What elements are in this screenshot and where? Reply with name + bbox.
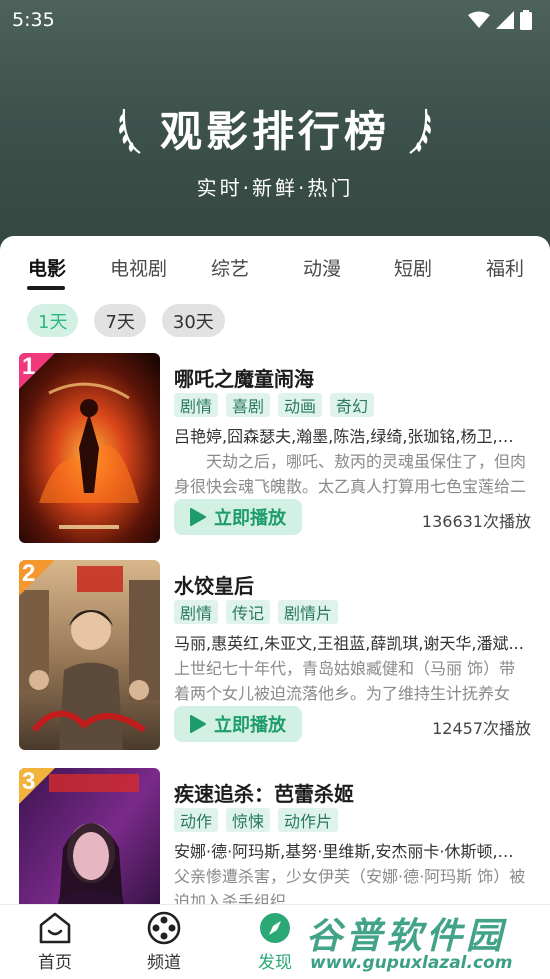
laurel-right-icon xyxy=(409,108,431,154)
cast-list: 安娜·德·阿玛斯,基努·里维斯,安杰丽卡·休斯顿,加... xyxy=(174,842,528,861)
battery-icon xyxy=(520,10,532,30)
category-tabs: 电影 电视剧 综艺 动漫 短剧 福利 xyxy=(0,254,550,294)
laurel-left-icon xyxy=(119,108,141,154)
ranking-item[interactable]: 3 疾速追杀：芭蕾杀姬 动作 惊悚 动作片 安娜·德·阿玛斯,基努·里维斯,安杰… xyxy=(0,768,550,904)
nav-home[interactable]: 首页 xyxy=(15,911,95,973)
hero-title-row: 观影排行榜 xyxy=(0,98,550,159)
genre-tag: 奇幻 xyxy=(330,393,375,417)
tab-variety[interactable]: 综艺 xyxy=(211,254,249,281)
genre-tag: 喜剧 xyxy=(226,393,271,417)
tab-short-drama[interactable]: 短剧 xyxy=(394,254,432,281)
movie-description: 天劫之后，哪吒、敖丙的灵魂虽保住了，但肉身很快会魂飞魄散。太乙真人打算用七色宝莲… xyxy=(174,452,527,496)
ranking-sheet: 电影 电视剧 综艺 动漫 短剧 福利 1天 7天 30天 1 哪吒之魔童闹海 剧… xyxy=(0,236,550,904)
genre-tag: 剧情 xyxy=(174,393,219,417)
ranking-item[interactable]: 1 哪吒之魔童闹海 剧情 喜剧 动画 奇幻 吕艳婷,囧森瑟夫,瀚墨,陈浩,绿绮,… xyxy=(0,353,550,545)
nav-channel[interactable]: 频道 xyxy=(124,911,204,973)
tab-tv-series[interactable]: 电视剧 xyxy=(110,254,167,281)
movie-title[interactable]: 水饺皇后 xyxy=(174,570,254,599)
tab-active-indicator xyxy=(27,286,65,290)
play-button-label: 立即播放 xyxy=(214,715,286,736)
wifi-icon xyxy=(468,11,490,28)
movie-poster[interactable]: 1 xyxy=(19,353,160,543)
play-button[interactable]: 立即播放 xyxy=(174,499,302,535)
nav-discover-label: 发现 xyxy=(258,953,292,973)
hero-subtitle: 实时·新鲜·热门 xyxy=(196,176,354,200)
film-reel-icon xyxy=(147,911,181,945)
bottom-nav: 首页 频道 发现 xyxy=(0,904,550,979)
ranking-item[interactable]: 2 水饺皇后 剧情 传记 剧情片 马丽,惠英红,朱亚文,王祖蓝,薛凯琪,谢天华,… xyxy=(0,560,550,752)
genre-tag: 剧情 xyxy=(174,600,219,624)
chip-1-day[interactable]: 1天 xyxy=(27,304,79,337)
genre-tag: 动作 xyxy=(174,808,219,832)
chip-7-days[interactable]: 7天 xyxy=(94,304,146,337)
play-button-label: 立即播放 xyxy=(214,508,286,529)
nav-home-label: 首页 xyxy=(38,953,72,973)
movie-title[interactable]: 疾速追杀：芭蕾杀姬 xyxy=(174,778,354,807)
cast-list: 吕艳婷,囧森瑟夫,瀚墨,陈浩,绿绮,张珈铭,杨卫,王... xyxy=(174,427,528,446)
movie-description: 上世纪七十年代，青岛姑娘臧健和（马丽 饰）带着两个女儿被迫流落他乡。为了维持生计… xyxy=(174,659,516,703)
genre-tag: 动画 xyxy=(278,393,323,417)
status-time: 5:35 xyxy=(12,9,55,31)
tab-welfare[interactable]: 福利 xyxy=(486,254,524,281)
hero-title: 观影排行榜 xyxy=(159,107,390,156)
genre-tags: 剧情 喜剧 动画 奇幻 xyxy=(174,393,375,417)
movie-description: 父亲惨遭杀害，少女伊芙（安娜·德·阿玛斯 饰）被迫加入杀手组织 xyxy=(174,867,526,904)
tab-movie[interactable]: 电影 xyxy=(28,254,66,281)
movie-poster[interactable]: 2 xyxy=(19,560,160,750)
genre-tag: 动作片 xyxy=(278,808,339,832)
genre-tags: 剧情 传记 剧情片 xyxy=(174,600,339,624)
status-icons xyxy=(468,10,532,30)
signal-icon xyxy=(496,11,514,29)
movie-poster[interactable]: 3 xyxy=(19,768,160,904)
home-icon xyxy=(39,912,71,944)
compass-icon xyxy=(260,913,290,943)
tab-anime[interactable]: 动漫 xyxy=(303,254,341,281)
period-chips: 1天 7天 30天 xyxy=(27,304,225,337)
play-count: 12457次播放 xyxy=(432,719,531,738)
ranking-header: 5:35 观影排行榜 实时·新鲜·热门 xyxy=(0,0,550,262)
play-icon xyxy=(190,508,206,526)
chip-30-days[interactable]: 30天 xyxy=(161,304,225,337)
status-bar: 5:35 xyxy=(0,0,550,40)
nav-channel-label: 频道 xyxy=(147,953,181,973)
play-icon xyxy=(190,715,206,733)
play-button[interactable]: 立即播放 xyxy=(174,706,302,742)
genre-tag: 剧情片 xyxy=(278,600,339,624)
genre-tag: 惊悚 xyxy=(226,808,271,832)
genre-tags: 动作 惊悚 动作片 xyxy=(174,808,339,832)
nav-discover[interactable]: 发现 xyxy=(235,911,315,973)
movie-title[interactable]: 哪吒之魔童闹海 xyxy=(174,363,314,392)
play-count: 136631次播放 xyxy=(421,512,531,531)
genre-tag: 传记 xyxy=(226,600,271,624)
cast-list: 马丽,惠英红,朱亚文,王祖蓝,薛凯琪,谢天华,潘斌... xyxy=(174,634,524,653)
